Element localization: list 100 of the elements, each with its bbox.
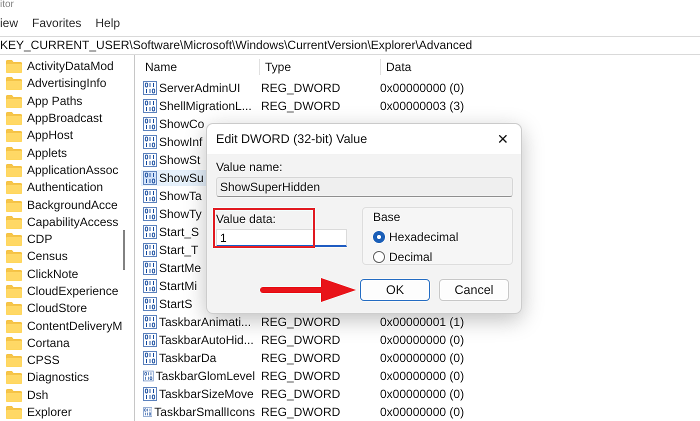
table-cell: 0x00000000 (0) [380, 81, 464, 95]
table-cell: 0x00000003 (3) [380, 99, 464, 113]
table-cell: REG_DWORD [261, 387, 340, 401]
tree-item[interactable]: AdvertisingInfo [0, 75, 106, 93]
folder-icon [6, 112, 22, 126]
tree-item[interactable]: Applets [0, 144, 68, 162]
value-name-cell[interactable]: StartMe [141, 260, 257, 276]
table-cell: 0x00000000 (0) [380, 351, 464, 365]
radio-option[interactable]: Hexadecimal [373, 227, 458, 247]
menu-item[interactable]: Help [95, 16, 120, 30]
tree-item[interactable]: CloudStore [0, 300, 88, 318]
menu-item[interactable]: iew [0, 16, 18, 30]
group-label: Base [373, 210, 400, 224]
dialog-title: Edit DWORD (32-bit) Value [216, 132, 368, 146]
binary-value-icon [143, 153, 157, 167]
folder-icon [6, 60, 22, 74]
scrollbar-thumb[interactable] [123, 230, 125, 270]
binary-value-icon [143, 171, 157, 185]
folder-icon [6, 198, 22, 212]
folder-icon [6, 336, 22, 350]
value-name-cell[interactable]: StartMi [141, 278, 257, 294]
value-name-cell[interactable]: ShowCo [141, 116, 257, 132]
tree-item[interactable]: Dsh [0, 386, 48, 404]
binary-value-icon [143, 243, 157, 257]
value-data-field[interactable]: 1 [216, 229, 347, 247]
value-name-cell[interactable]: TaskbarDa [141, 350, 257, 366]
table-cell: 0x00000000 (0) [380, 369, 464, 383]
window-title: itor [0, 0, 14, 10]
folder-icon [6, 94, 22, 108]
binary-value-icon [143, 261, 157, 275]
folder-icon [6, 164, 22, 177]
field-label: Value data: [216, 212, 276, 226]
tree-item[interactable]: Authentication [0, 179, 104, 196]
tree-item[interactable]: AppBroadcast [0, 110, 102, 128]
value-name-cell[interactable]: TaskbarSmallIcons [141, 404, 257, 420]
menu-item[interactable]: Favorites [32, 16, 82, 30]
radio-option[interactable]: Decimal [373, 247, 432, 267]
value-name-cell[interactable]: StartS [141, 296, 257, 312]
column-header[interactable]: Type [259, 59, 380, 75]
value-name-cell[interactable]: ShellMigrationL... [141, 98, 257, 114]
folder-icon [6, 406, 22, 420]
tree-item[interactable]: CloudExperience [0, 282, 118, 300]
binary-value-icon [143, 315, 157, 329]
binary-value-icon [143, 189, 157, 203]
tree-item[interactable]: ActivityDataMod [0, 58, 114, 76]
value-name-cell[interactable]: TaskbarAnimati... [141, 314, 257, 330]
binary-value-icon [143, 297, 157, 311]
binary-value-icon [143, 117, 157, 131]
tree-item[interactable]: CDP [0, 230, 52, 248]
address-bar[interactable]: KEY_CURRENT_USER\Software\Microsoft\Windows\CurrentVersion\Explorer\Advanced [0, 36, 700, 55]
tree-item[interactable]: ContentDeliveryM [0, 317, 122, 335]
folder-icon [6, 268, 22, 281]
tree-item[interactable]: ClickNote [0, 266, 78, 283]
binary-value-icon [143, 333, 157, 347]
dialog-button[interactable]: OK [360, 279, 430, 301]
folder-icon [6, 146, 22, 160]
table-cell: REG_DWORD [261, 333, 340, 347]
folder-icon [6, 250, 22, 264]
column-header[interactable]: Name [141, 59, 259, 75]
tree-item[interactable]: BackgroundAcce [0, 196, 118, 214]
value-name-field[interactable]: ShowSuperHidden [216, 177, 513, 197]
close-button[interactable]: ✕ [493, 131, 513, 147]
table-cell: REG_DWORD [261, 315, 340, 329]
table-cell: 0x00000000 (0) [380, 387, 464, 401]
binary-value-icon [143, 279, 157, 293]
column-header[interactable]: Data [380, 59, 536, 75]
table-cell: REG_DWORD [261, 369, 340, 383]
binary-value-icon [143, 369, 154, 383]
folder-icon [6, 129, 22, 142]
tree-item[interactable]: CPSS [0, 352, 60, 370]
folder-icon [6, 216, 22, 229]
tree-item[interactable]: App Paths [0, 92, 82, 110]
folder-icon [6, 233, 22, 246]
tree-item[interactable]: ApplicationAssoc [0, 162, 118, 180]
value-name-cell[interactable]: TaskbarGlomLevel [141, 368, 257, 384]
binary-value-icon [143, 225, 157, 239]
tree-item[interactable]: CapabilityAccess [0, 214, 118, 231]
value-name-cell[interactable]: ServerAdminUI [141, 80, 257, 96]
dialog-button[interactable]: Cancel [439, 279, 509, 301]
tree-item[interactable]: Cortana [0, 334, 70, 352]
table-cell: REG_DWORD [261, 405, 340, 419]
binary-value-icon [143, 207, 157, 221]
tree-item[interactable]: AppHost [0, 127, 74, 144]
folder-icon [6, 388, 22, 402]
binary-value-icon [143, 81, 157, 95]
folder-icon [6, 320, 22, 333]
radio-button[interactable] [373, 231, 385, 243]
tree-item[interactable]: Explorer [0, 404, 72, 421]
table-cell: REG_DWORD [261, 351, 340, 365]
radio-button[interactable] [373, 251, 385, 263]
value-name-cell[interactable]: TaskbarSizeMove [141, 386, 257, 402]
binary-value-icon [143, 351, 157, 365]
value-name-cell[interactable]: TaskbarAutoHid... [141, 332, 257, 348]
table-cell: REG_DWORD [261, 81, 340, 95]
binary-value-icon [143, 99, 157, 113]
table-cell: 0x00000000 (0) [380, 405, 464, 419]
tree-item[interactable]: Census [0, 248, 68, 266]
folder-icon [6, 77, 22, 90]
tree-item[interactable]: Diagnostics [0, 369, 90, 387]
binary-value-icon [143, 135, 157, 149]
